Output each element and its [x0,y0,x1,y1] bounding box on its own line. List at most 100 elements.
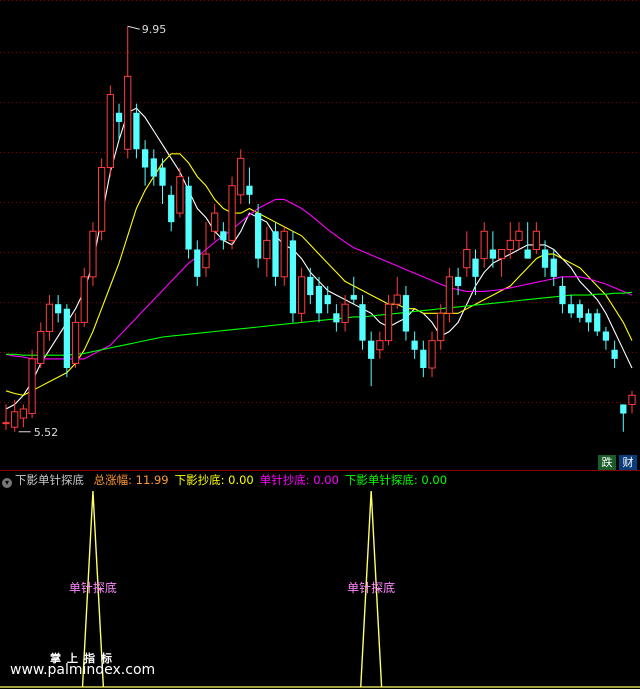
candle-body [359,304,366,341]
candle-body [228,185,236,241]
candle [255,203,262,268]
candle [159,158,166,204]
candle-body [28,358,36,415]
candle-body [472,258,479,277]
candle-body [489,249,497,259]
candle [272,222,279,286]
moving-average-lines [5,107,633,410]
candle-body [115,112,123,122]
candle-body [384,303,393,342]
candle [480,222,488,268]
candle-body [159,167,166,186]
fall-tag[interactable]: 跌 [598,455,616,470]
price-chart[interactable]: 9.95 5.52 [0,0,640,470]
candle [89,222,97,286]
candle [168,185,175,232]
candle [185,176,192,259]
candle-body [324,295,331,305]
candle-body [80,276,88,323]
candle [263,226,271,277]
candle-body [333,313,340,323]
header-item-label: 单针抄底: [259,473,310,487]
candle-body [428,340,436,369]
candle [402,285,410,341]
candle [524,222,531,259]
candle [106,85,114,177]
candle [576,299,583,323]
candle [141,140,149,186]
candle-body [515,230,523,241]
candle-body [211,212,219,232]
candle [420,340,427,378]
grid-lines [0,0,640,403]
candle-body [602,331,610,341]
candle [376,331,384,359]
candle-body [150,158,157,177]
header-item-value: 11.99 [132,473,169,487]
candle-body [124,75,132,150]
candle [350,276,357,305]
indicator-labels: 单针探底 单针探底 [69,580,395,595]
ma5-line [5,107,633,410]
candle [71,313,80,368]
candle-body [420,349,427,368]
candle [45,295,54,341]
header-item-label: 下影抄底: [174,473,225,487]
candle-body [550,258,557,277]
candle [620,404,627,432]
candle [211,203,219,241]
indicator-header: ▾ 下影单针探底 总涨幅: 11.99 下影抄底: 0.00 单针抄底: 0.00 下影… [0,472,640,488]
candle-body [576,304,583,318]
candle-body [368,340,375,359]
candle [289,231,297,323]
candle-body [168,194,175,223]
header-item-value: 0.00 [309,473,339,487]
candle [472,249,479,296]
candle [19,404,28,428]
candle [454,267,462,296]
candle-body [341,303,349,323]
candle-body [541,249,549,268]
candle [594,308,601,337]
candle-body [2,422,10,425]
candlesticks [2,26,636,432]
candle [133,103,140,159]
candle [297,267,306,323]
candle [359,295,366,350]
candle [194,240,201,286]
candle-body [350,295,357,300]
candle [98,158,106,241]
candle [246,167,253,204]
high-pointer [127,25,140,30]
candle [28,349,36,419]
candle-body [37,331,45,364]
low-label: 5.52 [34,426,59,439]
panel-divider [0,470,640,471]
candle [220,222,227,250]
candle-body [620,404,627,414]
candle-body [463,249,471,269]
candle [80,267,88,327]
candle [628,390,636,414]
candle [559,276,566,314]
finance-tag[interactable]: 财 [619,455,637,470]
header-item: 下影抄底: 0.00 [175,473,254,487]
candle-body [141,149,149,168]
candle-body [63,308,70,368]
candle-body [220,231,227,241]
candle [124,26,132,159]
candle [63,304,70,378]
candle-body [497,249,506,260]
indicator-name: 下影单针探底 [15,473,84,487]
candle-body [445,276,454,314]
candle-body [297,276,306,314]
collapse-icon[interactable]: ▾ [2,478,12,488]
candle-body [89,230,97,278]
candle-body [289,240,297,314]
candle-body [585,313,592,323]
candle [515,222,523,250]
high-label: 9.95 [142,23,167,36]
candle [568,295,575,318]
candle-body [176,176,184,214]
candle-body [202,253,210,269]
